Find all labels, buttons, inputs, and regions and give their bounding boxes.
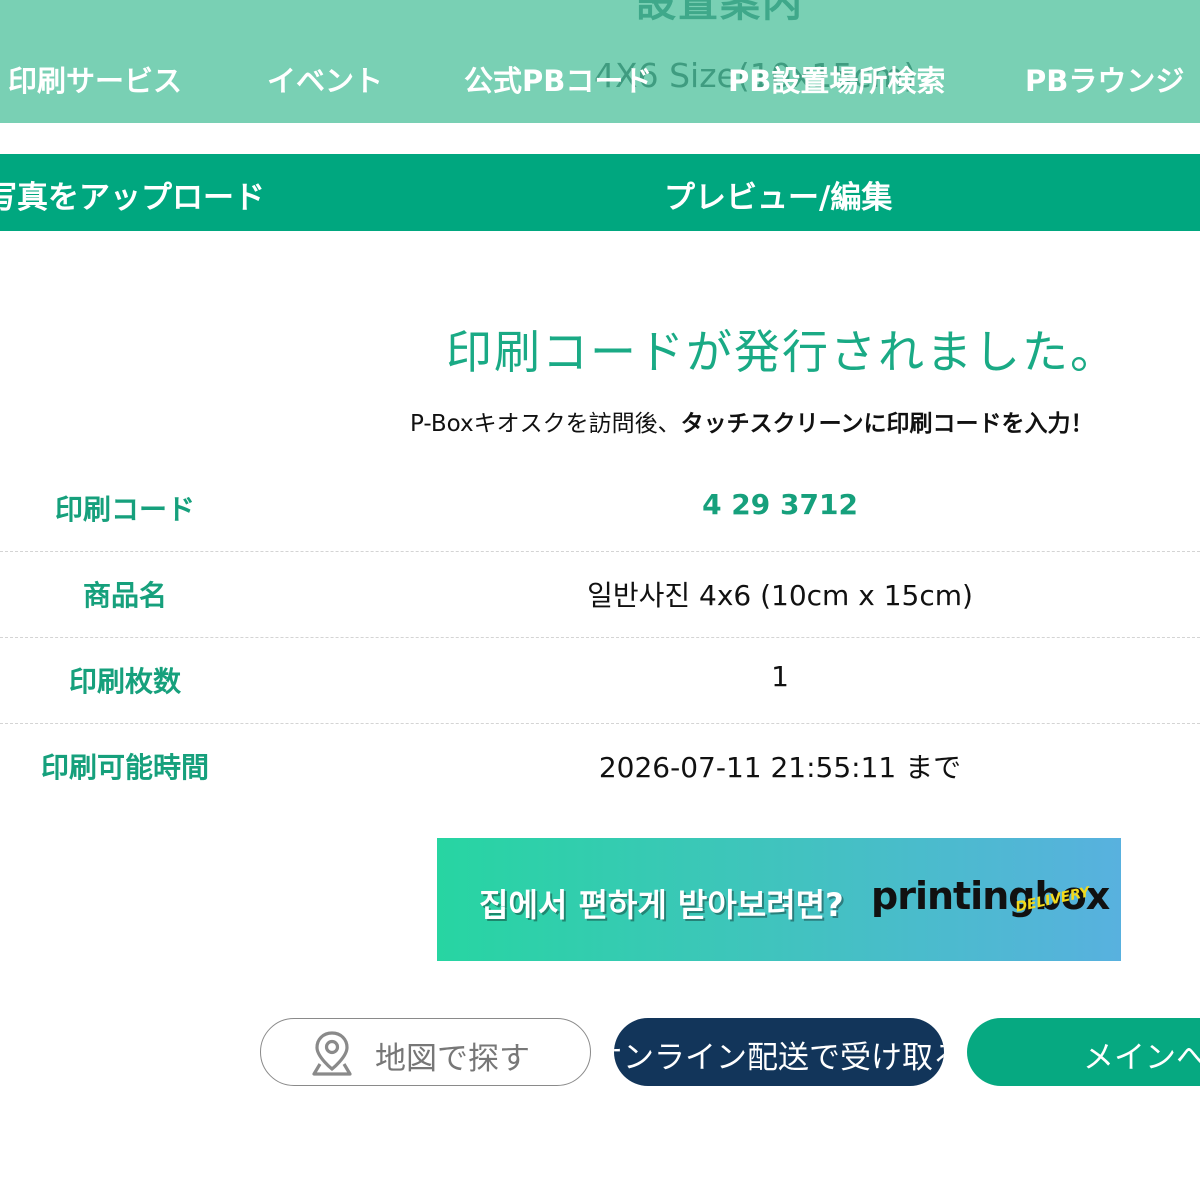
step-preview-edit: プレビュー/編集 — [664, 180, 893, 216]
instruction-text: P-Boxキオスクを訪問後、タッチスクリーンに印刷コードを入力！ — [410, 404, 1093, 438]
instruction-bold: タッチスクリーンに印刷コードを入力！ — [680, 411, 1094, 437]
info-label: 印刷コード — [54, 493, 195, 526]
nav-item-print-service[interactable]: 印刷サービス — [8, 58, 182, 100]
nav-item-event[interactable]: イベント — [267, 58, 383, 100]
product-name-value: 일반사진 4x6 (10cm x 15cm) — [587, 579, 973, 612]
print-deadline-value: 2026-07-11 21:55:11 まで — [598, 751, 962, 784]
info-row-print-code: 印刷コード 4 29 3712 — [0, 466, 1200, 552]
info-row-print-count: 印刷枚数 1 — [0, 638, 1200, 724]
print-code-page: 設置案内 4X6 Size(10x15cm) 印刷サービス イベント 公式PBコ… — [0, 0, 1200, 1200]
nav-item-official-pb-code[interactable]: 公式PBコード — [464, 58, 652, 100]
nav-item-pb-lounge[interactable]: PBラウンジ — [1025, 58, 1184, 100]
find-on-map-button[interactable]: 地図で探す — [260, 1018, 591, 1086]
info-label: 印刷枚数 — [68, 665, 181, 698]
page-title: 印刷コードが発行されました。 — [446, 325, 1118, 379]
info-row-product-name: 商品名 일반사진 4x6 (10cm x 15cm) — [0, 552, 1200, 638]
info-label: 商品名 — [82, 579, 167, 612]
print-count-value: 1 — [771, 660, 789, 693]
find-on-map-label: 地図で探す — [375, 1041, 530, 1077]
top-navigation: 設置案内 4X6 Size(10x15cm) 印刷サービス イベント 公式PBコ… — [0, 0, 1200, 123]
instruction-prefix: P-Boxキオスクを訪問後、 — [410, 411, 681, 437]
nav-item-pb-location-search[interactable]: PB設置場所検索 — [728, 58, 945, 100]
step-upload-photo: 写真をアップロード — [0, 180, 265, 216]
online-delivery-button[interactable]: オンライン配送で受け取る — [614, 1018, 944, 1086]
go-to-main-label: メインへ — [1083, 1040, 1200, 1076]
map-pin-icon — [312, 1031, 352, 1076]
print-code-value: 4 29 3712 — [702, 488, 858, 521]
banner-text: 집에서 편하게 받아보려면? — [479, 886, 844, 924]
online-delivery-label: オンライン配送で受け取る — [614, 1040, 944, 1076]
step-bar: 写真をアップロード プレビュー/編集 — [0, 154, 1200, 231]
ghost-title: 設置案内 — [636, 0, 804, 26]
info-row-print-deadline: 印刷可能時間 2026-07-11 21:55:11 まで — [0, 724, 1200, 810]
delivery-banner[interactable]: 집에서 편하게 받아보려면? printingbox DELIVERY — [437, 838, 1121, 961]
info-label: 印刷可能時間 — [40, 751, 209, 784]
go-to-main-button[interactable]: メインへ — [967, 1018, 1200, 1086]
